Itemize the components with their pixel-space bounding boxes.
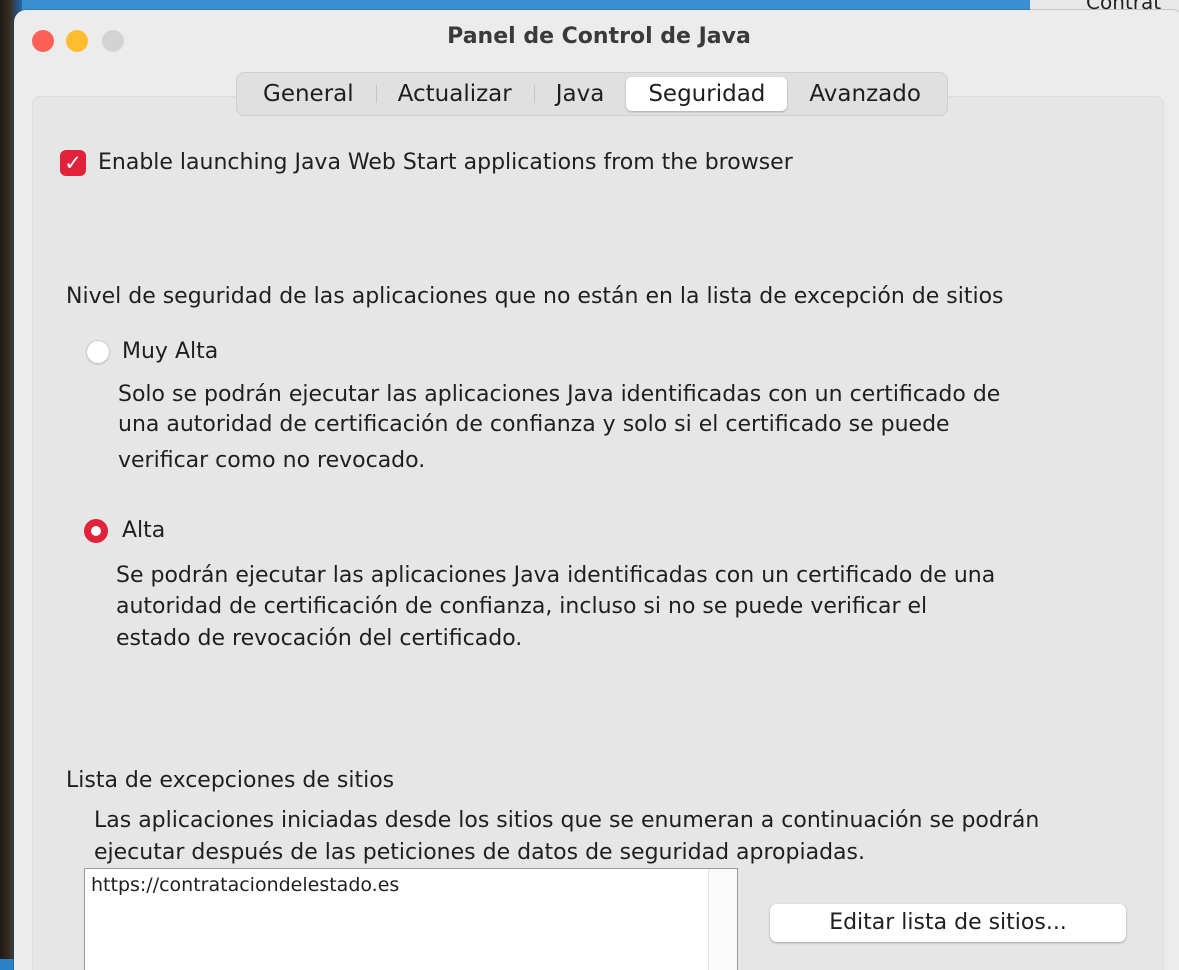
edit-site-list-button[interactable]: Editar lista de sitios... (770, 904, 1126, 942)
radio-alta[interactable] (84, 519, 108, 543)
web-start-checkbox[interactable]: ✓ (60, 150, 86, 176)
radio-muy-alta[interactable] (86, 340, 110, 364)
radio-muy-alta-label[interactable]: Muy Alta (122, 339, 218, 364)
tab-content-panel (32, 96, 1164, 970)
tab-seguridad[interactable]: Seguridad (626, 77, 788, 111)
exceptions-description-line-2: ejecutar después de las peticiones de da… (94, 840, 865, 865)
alta-description-line-3: estado de revocación del certificado. (116, 626, 523, 651)
web-start-label[interactable]: Enable launching Java Web Start applicat… (98, 150, 793, 175)
tab-avanzado[interactable]: Avanzado (787, 77, 943, 111)
list-item[interactable]: https://contrataciondelestado.es (91, 874, 399, 896)
alta-description-line-1: Se podrán ejecutar las aplicaciones Java… (116, 563, 996, 588)
exceptions-description-line-1: Las aplicaciones iniciadas desde los sit… (94, 808, 1040, 833)
tab-java[interactable]: Java (533, 77, 627, 111)
alta-description-line-2: autoridad de certificación de confianza,… (116, 594, 928, 619)
tab-general[interactable]: General (241, 77, 376, 111)
list-scrollbar[interactable] (708, 869, 737, 970)
security-level-heading: Nivel de seguridad de las aplicaciones q… (66, 284, 1004, 309)
tab-bar: General Actualizar Java Seguridad Avanza… (236, 72, 948, 116)
muy-alta-description-line-3: verificar como no revocado. (118, 448, 426, 473)
title-bar[interactable]: Panel de Control de Java (14, 10, 1179, 66)
window-title: Panel de Control de Java (447, 24, 751, 49)
exception-site-list[interactable]: https://contrataciondelestado.es (84, 868, 738, 970)
tab-actualizar[interactable]: Actualizar (375, 77, 534, 111)
radio-alta-label[interactable]: Alta (122, 518, 165, 543)
exceptions-heading: Lista de excepciones de sitios (66, 768, 395, 793)
java-control-panel-window: Panel de Control de Java General Actuali… (14, 10, 1179, 970)
muy-alta-description-line-2: una autoridad de certificación de confia… (118, 412, 950, 437)
muy-alta-description-line-1: Solo se podrán ejecutar las aplicaciones… (118, 382, 1001, 407)
checkmark-icon: ✓ (64, 151, 82, 175)
